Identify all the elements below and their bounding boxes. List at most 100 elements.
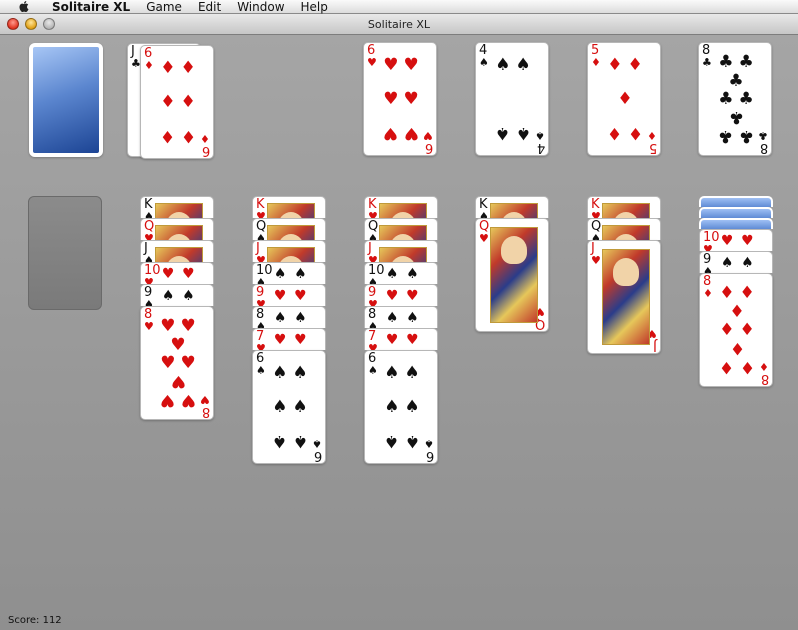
close-window-button[interactable] xyxy=(7,18,19,30)
spades-icon: ♠ xyxy=(384,396,400,417)
spades-icon: ♠ xyxy=(479,210,489,218)
queen-face-art xyxy=(379,225,427,240)
hearts-icon: ♥ xyxy=(368,298,378,306)
tableau-4-card[interactable]: Q ♠ xyxy=(364,218,438,240)
tableau-6-card[interactable]: K ♥ xyxy=(587,196,661,218)
zoom-window-button[interactable] xyxy=(43,18,55,30)
spades-icon: ♠ xyxy=(404,362,420,383)
tableau-2-top-card[interactable]: 8 ♥ 8 ♥ ♥ ♥ ♥ ♥ ♥ ♥ ♥ ♥ xyxy=(140,306,214,420)
tableau-5-card[interactable]: K ♠ xyxy=(475,196,549,218)
window-titlebar[interactable]: Solitaire XL xyxy=(0,14,798,35)
hearts-icon: ♥ xyxy=(368,342,378,350)
tableau-4-top-card[interactable]: 6 ♠ 6 ♠ ♠ ♠ ♠ ♠ ♠ ♠ xyxy=(364,350,438,464)
clubs-icon: ♣ xyxy=(738,125,754,146)
foundation-1[interactable]: 6 ♥ 6 ♥ ♥ ♥ ♥ ♥ ♥ ♥ xyxy=(363,42,437,156)
tableau-2-card[interactable]: 10 ♥ ♥ ♥ xyxy=(140,262,214,284)
tableau-4-card[interactable]: 7 ♥ ♥ ♥ xyxy=(364,328,438,350)
facedown-card xyxy=(699,218,773,229)
king-face-art xyxy=(602,203,650,218)
spades-icon: ♠ xyxy=(368,276,378,284)
king-face-art xyxy=(267,203,315,218)
foundation-3[interactable]: 5 ♦ 5 ♦ ♦ ♦ ♦ ♦ ♦ xyxy=(587,42,661,156)
spades-icon: ♠ xyxy=(312,437,322,450)
spades-icon: ♠ xyxy=(272,362,288,383)
spades-icon: ♠ xyxy=(368,320,378,328)
hearts-icon: ♥ xyxy=(182,266,195,282)
tableau-7-card[interactable]: 10 ♥ ♥ ♥ xyxy=(699,229,773,251)
hearts-icon: ♥ xyxy=(591,210,601,218)
hearts-icon: ♥ xyxy=(423,129,433,142)
spades-icon: ♠ xyxy=(591,232,601,240)
menu-game[interactable]: Game xyxy=(138,0,190,14)
game-table: J♣J♣6♦6♦♦♦♦♦♦♦6♥6♥♥♥♥♥♥♥4♠4♠♠♠♠♠5♦5♦♦♦♦♦… xyxy=(0,35,798,630)
hearts-icon: ♥ xyxy=(256,342,266,350)
hearts-icon: ♥ xyxy=(256,298,266,306)
tableau-4-card[interactable]: 10 ♠ ♠ ♠ xyxy=(364,262,438,284)
empty-tableau-slot[interactable] xyxy=(28,196,102,310)
clubs-icon: ♣ xyxy=(718,52,734,73)
apple-icon[interactable] xyxy=(16,0,30,14)
diamonds-icon: ♦ xyxy=(591,56,601,69)
tableau-3-card[interactable]: 10 ♠ ♠ ♠ xyxy=(252,262,326,284)
hearts-icon: ♥ xyxy=(161,266,175,282)
tableau-3-top-card[interactable]: 6 ♠ 6 ♠ ♠ ♠ ♠ ♠ ♠ ♠ xyxy=(252,350,326,464)
clubs-icon: ♣ xyxy=(758,129,768,142)
diamonds-icon: ♦ xyxy=(160,57,176,78)
tableau-3-card[interactable]: 9 ♥ ♥ ♥ xyxy=(252,284,326,306)
diamonds-icon: ♦ xyxy=(739,356,755,377)
queen-face-art xyxy=(267,225,315,240)
hearts-icon: ♥ xyxy=(741,233,754,249)
tableau-6-top-card[interactable]: J ♥ J ♥ xyxy=(587,240,661,354)
tableau-6-card[interactable]: Q ♠ xyxy=(587,218,661,240)
hearts-icon: ♥ xyxy=(403,88,419,109)
diamonds-icon: ♦ xyxy=(627,123,643,144)
hearts-icon: ♥ xyxy=(144,276,154,284)
minimize-window-button[interactable] xyxy=(25,18,37,30)
foundation-2[interactable]: 4 ♠ 4 ♠ ♠ ♠ ♠ ♠ xyxy=(475,42,549,156)
menu-edit[interactable]: Edit xyxy=(190,0,229,14)
clubs-icon: ♣ xyxy=(738,88,754,109)
spades-icon: ♠ xyxy=(741,255,754,271)
tableau-2-card[interactable]: Q ♥ xyxy=(140,218,214,240)
window-title: Solitaire XL xyxy=(367,17,431,31)
spades-icon: ♠ xyxy=(495,123,511,144)
tableau-2-card[interactable]: J ♠ xyxy=(140,240,214,262)
tableau-7-card[interactable]: 9 ♠ ♠ ♠ xyxy=(699,251,773,273)
card-rank: 6 xyxy=(313,448,322,463)
jack-face-art xyxy=(267,247,315,262)
stock-pile[interactable] xyxy=(29,43,103,157)
diamonds-icon: ♦ xyxy=(719,283,735,304)
card-rank: 8 xyxy=(760,371,769,386)
menu-help[interactable]: Help xyxy=(293,0,336,14)
hearts-icon: ♥ xyxy=(256,254,266,262)
tableau-5-top-card[interactable]: Q ♥ Q ♥ xyxy=(475,218,549,332)
diamonds-icon: ♦ xyxy=(719,356,735,377)
tableau-7-top-card[interactable]: 8 ♦ 8 ♦ ♦ ♦ ♦ ♦ ♦ ♦ ♦ ♦ xyxy=(699,273,773,387)
tableau-4-card[interactable]: J ♥ xyxy=(364,240,438,262)
diamonds-icon: ♦ xyxy=(739,319,755,340)
tableau-3-card[interactable]: K ♥ xyxy=(252,196,326,218)
tableau-3-card[interactable]: J ♥ xyxy=(252,240,326,262)
tableau-3-card[interactable]: Q ♠ xyxy=(252,218,326,240)
spades-icon: ♠ xyxy=(256,364,266,377)
diamonds-icon: ♦ xyxy=(144,59,154,72)
tableau-2-card[interactable]: 9 ♠ ♠ ♠ xyxy=(140,284,214,306)
diamonds-icon: ♦ xyxy=(719,319,735,340)
waste-top-card[interactable]: 6 ♦ 6 ♦ ♦ ♦ ♦ ♦ ♦ ♦ xyxy=(140,45,214,159)
tableau-2-card[interactable]: K ♠ xyxy=(140,196,214,218)
spades-icon: ♠ xyxy=(272,396,288,417)
tableau-3-card[interactable]: 7 ♥ ♥ ♥ xyxy=(252,328,326,350)
foundation-4[interactable]: 8 ♣ 8 ♣ ♣ ♣ ♣ ♣ ♣ ♣ ♣ ♣ xyxy=(698,42,772,156)
menu-app[interactable]: Solitaire XL xyxy=(42,0,138,14)
tableau-4-card[interactable]: 9 ♥ ♥ ♥ xyxy=(364,284,438,306)
tableau-3-card[interactable]: 8 ♠ ♠ ♠ xyxy=(252,306,326,328)
spades-icon: ♠ xyxy=(495,54,511,75)
menu-window[interactable]: Window xyxy=(229,0,292,14)
tableau-4-card[interactable]: 8 ♠ ♠ ♠ xyxy=(364,306,438,328)
tableau-4-card[interactable]: K ♥ xyxy=(364,196,438,218)
hearts-icon: ♥ xyxy=(160,389,176,410)
spades-icon: ♠ xyxy=(273,310,287,326)
diamonds-icon: ♦ xyxy=(647,129,657,142)
hearts-icon: ♥ xyxy=(383,123,399,144)
spades-icon: ♠ xyxy=(406,266,419,282)
